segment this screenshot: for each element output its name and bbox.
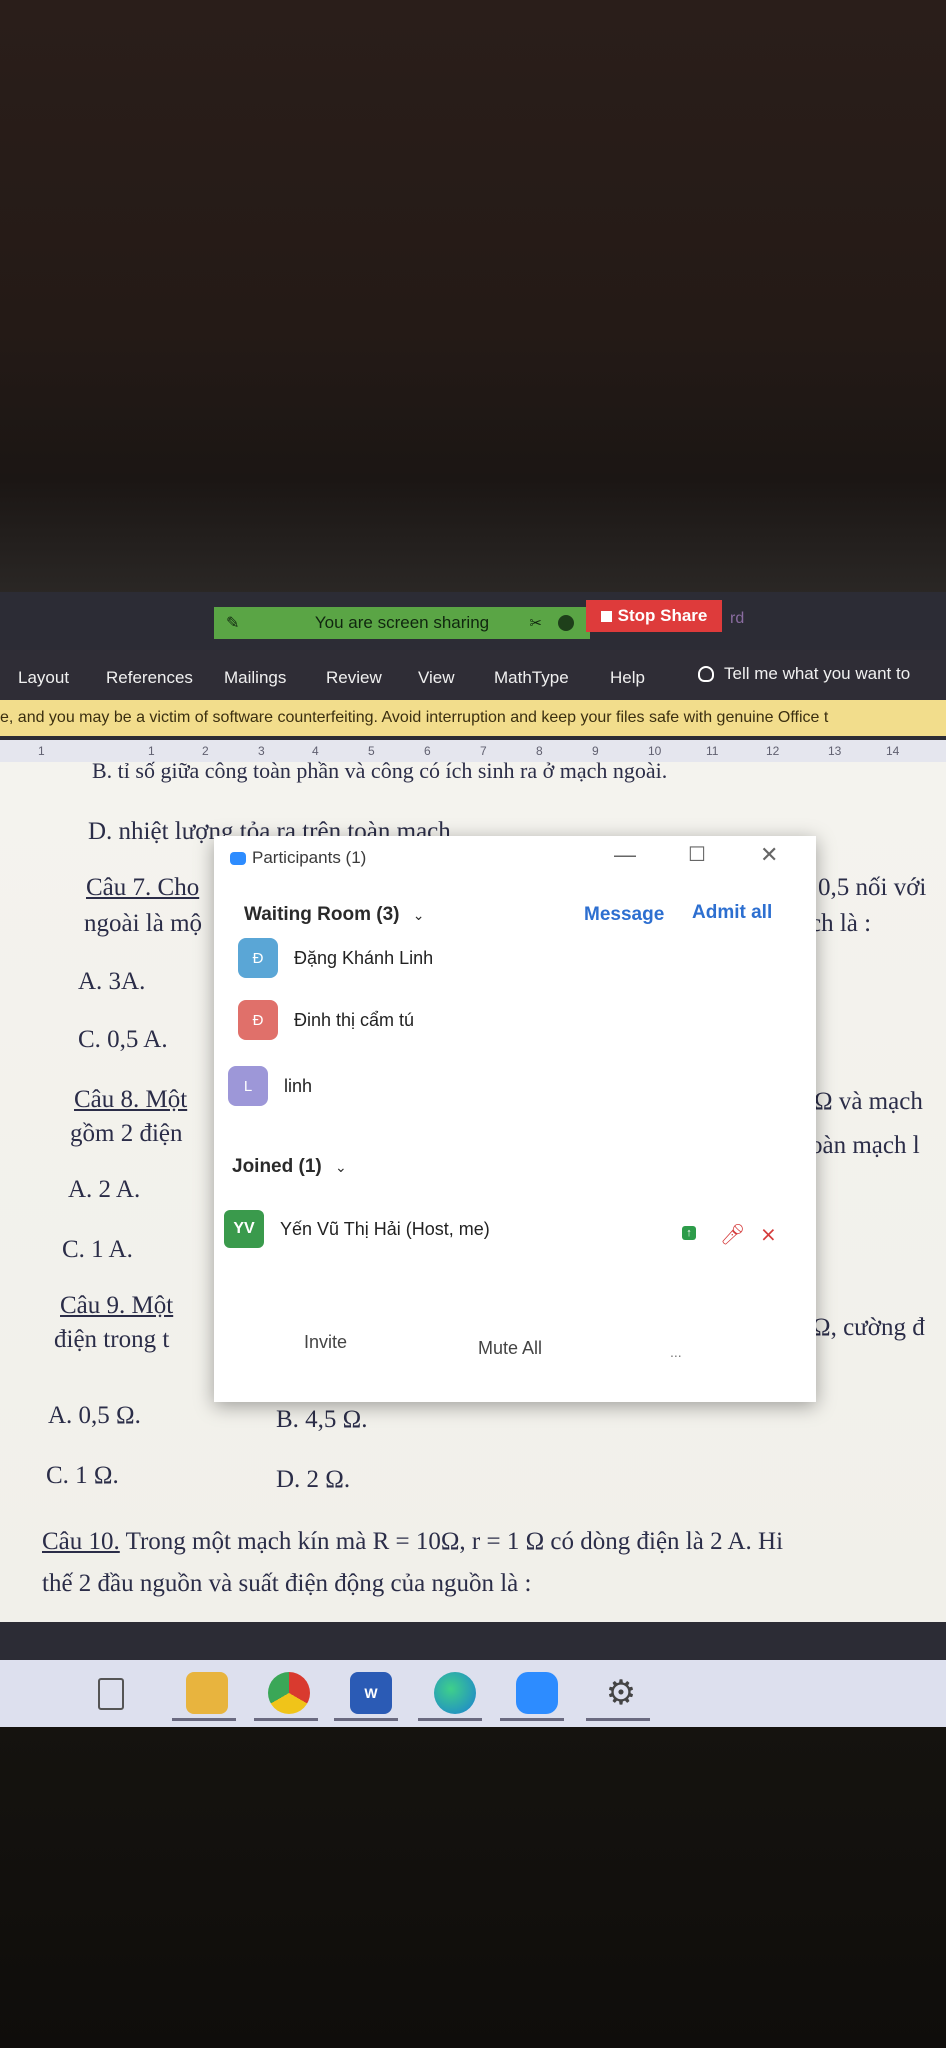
doc-q7-line2-end: ch là : [810, 910, 872, 937]
joined-participant-row[interactable]: YV Yến Vũ Thị Hải (Host, me) [224, 1210, 490, 1248]
taskbar-running-indicator [586, 1718, 650, 1721]
video-off-icon[interactable]: ⨯ [760, 1222, 777, 1247]
avatar: Đ [238, 1000, 278, 1040]
genuine-office-notice: e, and you may be a victim of software c… [0, 700, 946, 736]
avatar: L [228, 1066, 268, 1106]
doc-q8-option-c: C. 1 A. [62, 1236, 133, 1263]
taskbar-running-indicator [500, 1718, 564, 1721]
waiting-participant-row[interactable]: Đ Đặng Khánh Linh [238, 938, 433, 978]
lightbulb-icon [698, 666, 714, 682]
taskbar-running-indicator [418, 1718, 482, 1721]
zoom-icon[interactable] [516, 1672, 558, 1714]
doc-q7-line2-start: ngoài là mộ [84, 910, 203, 937]
ruler-tick: 1 [38, 744, 45, 758]
invite-button[interactable]: Invite [304, 1332, 347, 1353]
tab-review[interactable]: Review [326, 668, 382, 688]
edge-icon[interactable] [434, 1672, 476, 1714]
doc-q10-label: Câu 10. [42, 1528, 120, 1555]
screen-sharing-bar: ✎ You are screen sharing ✂ [214, 607, 590, 639]
doc-q9-option-b: B. 4,5 Ω. [276, 1406, 368, 1433]
close-icon[interactable]: ✕ [760, 842, 778, 868]
chrome-icon[interactable] [268, 1672, 310, 1714]
doc-q8-line2-end: oàn mạch l [810, 1132, 920, 1159]
ruler-tick: 13 [828, 744, 842, 758]
title-fragment: rd [730, 610, 745, 627]
doc-q9-line2-start: điện trong t [54, 1326, 170, 1353]
doc-q8-start: Câu 8. Một [74, 1086, 188, 1113]
chevron-down-icon: ⌄ [335, 1159, 347, 1175]
annotate-icon[interactable]: ✂ [529, 614, 542, 632]
participant-name: Đặng Khánh Linh [294, 947, 434, 968]
taskbar-running-indicator [172, 1718, 236, 1721]
doc-q8-end: Ω và mạch [814, 1088, 923, 1115]
participants-title-text: Participants (1) [252, 848, 367, 867]
waiting-room-header[interactable]: Waiting Room (3) ⌄ [244, 904, 425, 926]
participant-name: linh [284, 1075, 313, 1096]
doc-q8-line2-start: gồm 2 điện [70, 1120, 183, 1147]
tell-me-text: Tell me what you want to [724, 664, 911, 683]
admit-all-button[interactable]: Admit all [692, 902, 772, 924]
tab-references[interactable]: References [106, 668, 193, 688]
settings-icon[interactable]: ⚙ [600, 1672, 642, 1714]
mute-all-button[interactable]: Mute All [478, 1338, 542, 1359]
tab-layout[interactable]: Layout [18, 668, 69, 688]
doc-q7-option-a: A. 3A. [78, 968, 146, 995]
waiting-participant-row[interactable]: L linh [228, 1066, 312, 1106]
word-ribbon-tabs: Layout References Mailings Review View M… [0, 650, 946, 706]
tab-help[interactable]: Help [610, 668, 645, 688]
ruler-tick: 11 [706, 744, 719, 758]
taskbar-running-indicator [334, 1718, 398, 1721]
security-icon[interactable] [558, 615, 574, 631]
message-button[interactable]: Message [584, 904, 664, 926]
doc-q9-option-a: A. 0,5 Ω. [48, 1402, 141, 1429]
tab-mathtype[interactable]: MathType [494, 668, 569, 688]
doc-q10-text: Trong một mạch kín mà R = 10Ω, r = 1 Ω c… [119, 1528, 784, 1555]
screen-sharing-text: You are screen sharing [314, 613, 490, 632]
ruler-tick: 14 [886, 744, 900, 758]
waiting-room-label: Waiting Room (3) [244, 904, 400, 925]
participant-name: Yến Vũ Thị Hải (Host, me) [280, 1218, 490, 1239]
doc-q7-start: Câu 7. Cho [86, 874, 200, 901]
more-options-button[interactable]: ... [670, 1344, 682, 1360]
participants-window: Participants (1) — ☐ ✕ Waiting Room (3) … [214, 836, 816, 1402]
avatar: Đ [238, 938, 278, 978]
participant-name: Đinh thị cẩm tú [294, 1009, 415, 1030]
word-icon[interactable]: W [350, 1672, 392, 1714]
doc-q10-line2: thế 2 đầu nguồn và suất điện động của ng… [42, 1570, 532, 1597]
tell-me-search[interactable]: Tell me what you want to [698, 664, 910, 684]
windows-taskbar: W ⚙ [0, 1660, 946, 1727]
maximize-icon[interactable]: ☐ [688, 842, 706, 867]
tab-view[interactable]: View [418, 668, 455, 688]
joined-header[interactable]: Joined (1) ⌄ [232, 1156, 347, 1178]
file-explorer-icon[interactable] [186, 1672, 228, 1714]
background-dark-bottom [0, 1727, 946, 2048]
stop-share-label: Stop Share [617, 606, 708, 625]
zoom-logo-icon [230, 851, 246, 865]
share-screen-icon: ↑ [682, 1226, 696, 1240]
doc-q10: Câu 10. Trong một mạch kín mà R = 10Ω, r… [42, 1528, 783, 1556]
doc-q9-start: Câu 9. Một [60, 1292, 174, 1319]
ruler-tick: 12 [766, 744, 780, 758]
avatar: YV [224, 1210, 264, 1248]
doc-q8-option-a: A. 2 A. [68, 1176, 141, 1203]
tab-mailings[interactable]: Mailings [224, 668, 286, 688]
taskbar-running-indicator [254, 1718, 318, 1721]
participants-title: Participants (1) [230, 848, 366, 868]
mic-muted-icon[interactable]: 🎤︎ [720, 1222, 745, 1247]
doc-q7-option-c: C. 0,5 A. [78, 1026, 168, 1053]
doc-q7-end: 0,5 nối với [818, 874, 927, 901]
pin-icon[interactable]: ✎ [226, 613, 239, 633]
stop-share-button[interactable]: Stop Share [586, 600, 722, 632]
task-view-icon[interactable] [98, 1678, 124, 1710]
chevron-down-icon: ⌄ [412, 907, 425, 923]
doc-q9-end: Ω, cường đ [812, 1314, 925, 1341]
stop-icon [600, 610, 612, 622]
minimize-icon[interactable]: — [614, 842, 636, 868]
joined-label: Joined (1) [232, 1156, 322, 1177]
waiting-participant-row[interactable]: Đ Đinh thị cẩm tú [238, 1000, 414, 1040]
doc-q9-option-c: C. 1 Ω. [46, 1462, 119, 1489]
background-dark-top [0, 0, 946, 600]
doc-line-b: B. tỉ số giữa công toàn phần và công có … [92, 758, 668, 783]
doc-q9-option-d: D. 2 Ω. [276, 1466, 351, 1493]
